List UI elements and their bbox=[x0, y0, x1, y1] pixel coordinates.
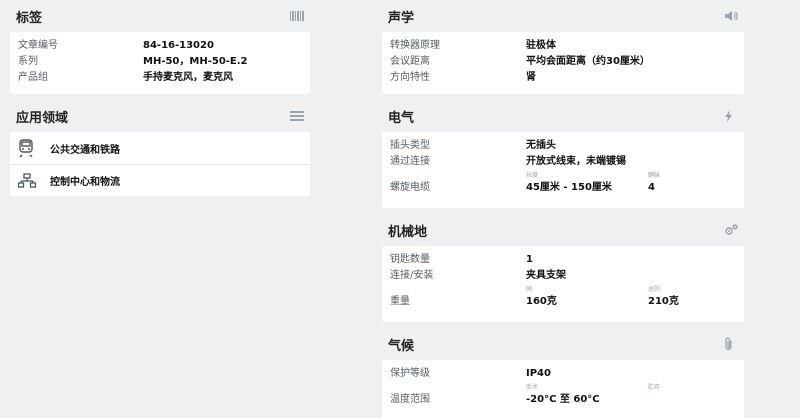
row-label: 保护等级 bbox=[390, 368, 430, 379]
list-icon bbox=[290, 110, 304, 122]
row-value: IP40 bbox=[526, 368, 551, 379]
row-label: 温度范围 bbox=[390, 394, 430, 405]
climate-card: 保护等级 IP40 手术 贮存 温度范围 -20°C 至 60°C bbox=[382, 360, 744, 418]
sub-label: 网 bbox=[526, 286, 533, 293]
paperclip-icon bbox=[724, 337, 738, 351]
electrical-card: 插头类型 无插头 通过连接 开放式线束，未端镀锡 长度 静脉 螺旋电缆 45厘米… bbox=[382, 132, 744, 208]
row-value: 无插头 bbox=[526, 140, 556, 151]
row-value: MH-50，MH-50-E.2 bbox=[143, 56, 248, 67]
row-label: 连接/安装 bbox=[390, 270, 434, 281]
row-value: 肾 bbox=[526, 72, 536, 83]
climate-row: 温度范围 -20°C 至 60°C bbox=[390, 392, 736, 408]
applications-header: 应用领域 bbox=[10, 100, 310, 132]
row-value: 84-16-13020 bbox=[143, 40, 214, 51]
mechanical-card: 钥匙数量 1 连接/安装 夹具支架 网 总的 重量 160克 210克 bbox=[382, 246, 744, 322]
sub-label: 长度 bbox=[526, 172, 539, 179]
row-value: -20°C 至 60°C bbox=[526, 394, 600, 405]
row-value: 手持麦克风，麦克风 bbox=[143, 72, 233, 83]
row-label: 螺旋电缆 bbox=[390, 182, 430, 193]
mechanical-row: 重量 160克 210克 bbox=[390, 294, 736, 310]
application-item[interactable]: 控制中心和物流 bbox=[10, 164, 310, 196]
row-label: 通过连接 bbox=[390, 156, 430, 167]
train-icon bbox=[18, 139, 36, 157]
electrical-row: 螺旋电缆 45厘米 - 150厘米 4 bbox=[390, 180, 736, 196]
electrical-header: 电气 bbox=[382, 100, 744, 132]
electrical-row: 通过连接 开放式线束，未端镀锡 bbox=[390, 154, 736, 170]
row-label: 钥匙数量 bbox=[390, 254, 430, 265]
climate-header: 气候 bbox=[382, 328, 744, 360]
gears-icon bbox=[724, 224, 738, 236]
sub-header: 长度 静脉 bbox=[390, 172, 736, 180]
network-icon bbox=[18, 172, 36, 190]
row-value: 1 bbox=[526, 254, 533, 265]
row-label: 方向特性 bbox=[390, 72, 430, 83]
lightning-icon bbox=[724, 110, 738, 122]
application-label: 控制中心和物流 bbox=[50, 177, 120, 188]
applications-card: 公共交通和铁路 控制中心和物流 bbox=[10, 132, 310, 196]
electrical-title: 电气 bbox=[388, 110, 415, 126]
sub-label: 静脉 bbox=[648, 172, 661, 179]
row-value: 驻极体 bbox=[526, 40, 556, 51]
mechanical-header: 机械地 bbox=[382, 214, 744, 246]
speaker-icon bbox=[724, 10, 738, 22]
row-value: 4 bbox=[648, 182, 655, 193]
row-value: 平均会面距离（约30厘米） bbox=[526, 56, 650, 67]
application-label: 公共交通和铁路 bbox=[50, 144, 120, 156]
acoustics-card: 转换器原理 驻极体 会议距离 平均会面距离（约30厘米） 方向特性 肾 bbox=[382, 32, 744, 94]
tags-title: 标签 bbox=[16, 10, 43, 26]
climate-title: 气候 bbox=[388, 338, 415, 354]
row-value: 160克 bbox=[526, 296, 557, 307]
application-item[interactable]: 公共交通和铁路 bbox=[10, 132, 310, 164]
sub-label: 手术 bbox=[526, 384, 539, 391]
tags-row: 产品组 手持麦克风，麦克风 bbox=[18, 70, 302, 86]
acoustics-row: 会议距离 平均会面距离（约30厘米） bbox=[390, 54, 736, 70]
row-value: 开放式线束，未端镀锡 bbox=[526, 156, 626, 167]
tags-row: 文章编号 84-16-13020 bbox=[18, 38, 302, 54]
sub-label: 贮存 bbox=[648, 384, 661, 391]
row-label: 重量 bbox=[390, 296, 410, 307]
row-value: 夹具支架 bbox=[526, 270, 566, 281]
row-label: 插头类型 bbox=[390, 140, 430, 151]
climate-row: 保护等级 IP40 bbox=[390, 366, 736, 382]
row-label: 文章编号 bbox=[18, 40, 58, 51]
acoustics-title: 声学 bbox=[388, 10, 415, 26]
sub-label: 总的 bbox=[648, 286, 661, 293]
row-value: 45厘米 - 150厘米 bbox=[526, 182, 612, 193]
acoustics-header: 声学 bbox=[382, 0, 744, 32]
left-column: 标签 文章编号 84-16-13020 系列 MH-50，MH-50-E.2 产… bbox=[10, 0, 310, 196]
sub-header: 手术 贮存 bbox=[390, 384, 736, 392]
row-label: 系列 bbox=[18, 56, 38, 67]
acoustics-row: 转换器原理 驻极体 bbox=[390, 38, 736, 54]
sub-header: 网 总的 bbox=[390, 286, 736, 294]
acoustics-row: 方向特性 肾 bbox=[390, 70, 736, 86]
mechanical-row: 钥匙数量 1 bbox=[390, 252, 736, 268]
row-label: 转换器原理 bbox=[390, 40, 440, 51]
row-label: 产品组 bbox=[18, 72, 48, 83]
applications-title: 应用领域 bbox=[16, 110, 69, 126]
mechanical-title: 机械地 bbox=[388, 224, 428, 240]
tags-header: 标签 bbox=[10, 0, 310, 32]
mechanical-row: 连接/安装 夹具支架 bbox=[390, 268, 736, 284]
tags-card: 文章编号 84-16-13020 系列 MH-50，MH-50-E.2 产品组 … bbox=[10, 32, 310, 94]
row-value: 210克 bbox=[648, 296, 679, 307]
row-label: 会议距离 bbox=[390, 56, 430, 67]
tags-row: 系列 MH-50，MH-50-E.2 bbox=[18, 54, 302, 70]
barcode-icon bbox=[290, 10, 304, 22]
right-column: 声学 转换器原理 驻极体 会议距离 平均会面距离（约30厘米） 方向特性 肾 电… bbox=[382, 0, 744, 418]
electrical-row: 插头类型 无插头 bbox=[390, 138, 736, 154]
